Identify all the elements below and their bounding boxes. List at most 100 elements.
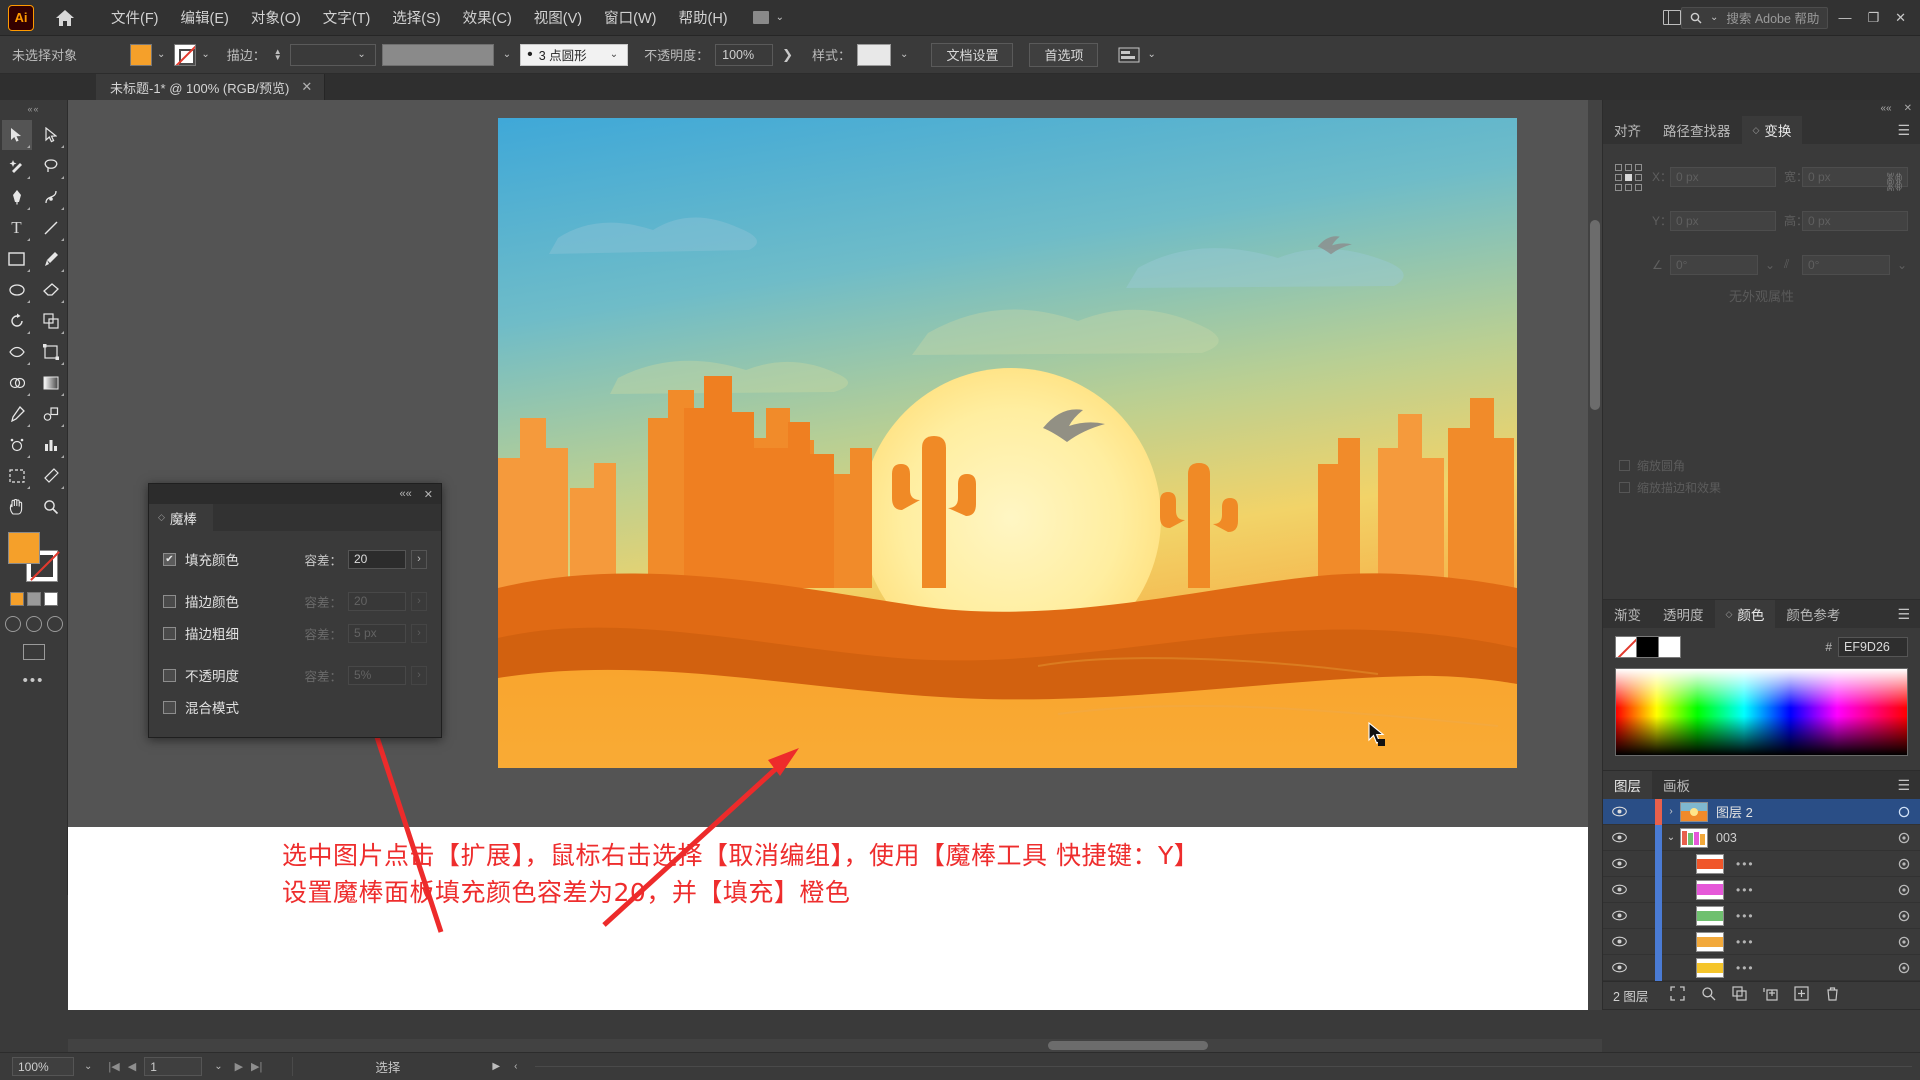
tab-layers[interactable]: 图层 [1603,771,1652,799]
stroke-weight-stepper[interactable]: ▲ ▼ [274,47,282,61]
eyedropper-tool[interactable] [2,399,32,429]
checkbox-scale-corners[interactable] [1619,460,1630,471]
close-icon[interactable]: ✕ [424,488,433,501]
stroke-weight-field[interactable]: ⌄ [289,43,376,66]
eye-icon[interactable] [1603,910,1635,921]
tab-gradient[interactable]: 渐变 [1603,600,1652,628]
tab-transform[interactable]: ◇ 变换 [1741,116,1803,144]
search-icon[interactable] [1701,986,1716,1006]
next-artboard-icon[interactable]: ▶ [235,1060,243,1073]
wand-row-stroke-weight[interactable]: 描边粗细 容差： 5 px › [163,617,427,649]
symbol-sprayer-tool[interactable] [2,430,32,460]
option-scale-strokes[interactable]: 缩放描边和效果 [1619,477,1721,499]
artboard[interactable] [498,118,1517,768]
chevron-down-icon[interactable]: ⌄ [1762,258,1776,272]
curvature-tool[interactable] [36,182,66,212]
chevron-down-icon[interactable]: ⌄ [607,49,621,60]
menu-item-view[interactable]: 视图(V) [523,3,593,32]
link-broken-icon[interactable]: ⛓ [1883,172,1906,193]
ref-point-bc[interactable] [1625,184,1632,191]
screen-mode-icon[interactable] [22,644,45,660]
chevron-down-icon[interactable]: ⌄ [1894,258,1908,272]
fill-swatch[interactable] [130,43,152,66]
option-scale-corners[interactable]: 缩放圆角 [1619,455,1721,477]
ref-point-tl[interactable] [1615,164,1622,171]
layer-row-2[interactable]: ••• [1603,850,1920,877]
tolerance-expand-opacity-icon[interactable]: › [411,665,427,685]
chevron-right-icon[interactable]: › [1662,806,1680,817]
layer-row-4[interactable]: ••• [1603,902,1920,929]
color-spectrum[interactable] [1615,668,1908,756]
tab-color[interactable]: ◇ 颜色 [1714,600,1776,628]
gradient-fill-button[interactable] [26,592,41,606]
black-swatch[interactable] [1637,636,1659,658]
checkbox-fill-color[interactable]: ✔ [163,552,176,566]
lasso-tool[interactable] [36,151,66,181]
none-swatch[interactable] [1615,636,1637,658]
gradient-tool[interactable] [36,368,66,398]
tolerance-input-stroke-color[interactable]: 20 [348,591,406,611]
input-height[interactable]: 0 px [1802,210,1908,231]
transform-panel-titlebar[interactable]: «« ✕ [1603,100,1920,116]
layer-row-6[interactable]: ••• [1603,954,1920,981]
line-segment-tool[interactable] [36,213,66,243]
reference-point-selector[interactable] [1615,164,1642,283]
tab-artboards[interactable]: 画板 [1652,771,1701,799]
chevron-down-icon[interactable]: ⌄ [500,49,514,60]
transform-y[interactable]: Y： 0 px [1652,202,1776,239]
hand-tool[interactable] [2,492,32,522]
layer-name[interactable]: 图层 2 [1716,802,1888,821]
opacity-expand-icon[interactable]: ❯ [779,47,796,63]
tab-color-guide[interactable]: 颜色参考 [1775,600,1851,628]
eye-icon[interactable] [1603,936,1635,947]
wand-row-fill-color[interactable]: ✔ 填充颜色 容差： 20 › [163,543,427,575]
graphic-style-swatch[interactable] [857,43,892,66]
toolbar-fill-swatch[interactable] [7,532,40,564]
fill-color-control[interactable]: ⌄ [130,43,168,66]
eye-icon[interactable] [1603,832,1635,843]
menu-item-help[interactable]: 帮助(H) [667,3,738,32]
transform-angle[interactable]: ∠ 0° ⌄ [1652,246,1776,283]
ref-point-center[interactable] [1625,174,1632,181]
artboard-number-input[interactable]: 1 [144,1057,203,1076]
menu-item-window[interactable]: 窗口(W) [593,3,667,32]
layer-row-0[interactable]: › 图层 2 [1603,798,1920,825]
menu-item-file[interactable]: 文件(F) [100,3,170,32]
canvas-vertical-scrollbar[interactable] [1588,100,1602,1010]
ref-point-ml[interactable] [1615,174,1622,181]
target-circle-icon[interactable] [1888,936,1920,948]
column-graph-tool[interactable] [36,430,66,460]
tolerance-expand-stroke-weight-icon[interactable]: › [411,623,427,643]
eye-icon[interactable] [1603,962,1635,973]
ref-point-br[interactable] [1635,184,1642,191]
chevron-down-icon[interactable]: ⌄ [198,49,212,60]
tolerance-input-fill[interactable]: 20 [348,549,406,569]
maximize-button[interactable]: ❐ [1867,10,1879,26]
target-circle-icon[interactable] [1888,858,1920,870]
pen-tool[interactable] [2,182,32,212]
panel-menu-icon[interactable]: ☰ [1887,600,1920,628]
tools-collapse-grip[interactable]: «« [27,104,39,116]
target-circle-icon[interactable] [1888,884,1920,896]
preferences-button[interactable]: 首选项 [1029,42,1099,67]
target-circle-icon[interactable] [1888,910,1920,922]
tab-magic-wand[interactable]: ◇ 魔棒 [149,504,213,531]
tolerance-input-opacity[interactable]: 5% [348,665,406,685]
chevron-down-icon[interactable]: ⌄ [1144,49,1158,60]
eye-icon[interactable] [1603,858,1635,869]
document-setup-button[interactable]: 文档设置 [931,42,1014,67]
layer-row-5[interactable]: ••• [1603,928,1920,955]
input-x[interactable]: 0 px [1670,166,1776,187]
ref-point-tr[interactable] [1635,164,1642,171]
fill-stroke-indicator[interactable] [7,532,60,584]
tolerance-expand-fill-icon[interactable]: › [411,549,427,569]
checkbox-opacity[interactable] [163,668,176,682]
slice-tool[interactable] [36,461,66,491]
home-icon[interactable] [52,9,78,27]
search-adobe-help[interactable]: ⌄ 搜索 Adobe 帮助 [1680,6,1829,29]
close-icon[interactable]: ✕ [1904,103,1912,114]
scale-tool[interactable] [36,306,66,336]
target-circle-icon[interactable] [1888,832,1920,844]
input-angle[interactable]: 0° [1670,254,1758,275]
transform-x[interactable]: X： 0 px [1652,158,1776,195]
